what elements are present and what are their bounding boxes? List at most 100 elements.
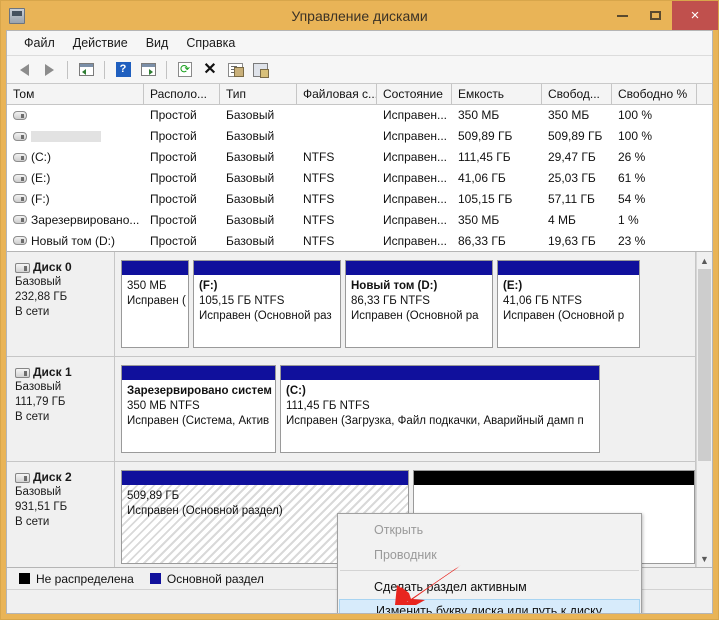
partition-color-bar (194, 261, 340, 275)
menu-help[interactable]: Справка (177, 33, 244, 53)
legend-swatch-unallocated (19, 573, 30, 584)
disk-icon (15, 367, 30, 378)
menu-bar: Файл Действие Вид Справка (7, 31, 712, 56)
row-volume-name: (E:) (7, 171, 144, 185)
partition-color-bar (122, 261, 188, 275)
delete-icon[interactable]: ✕ (199, 59, 221, 81)
partition-size: 105,15 ГБ NTFS (199, 295, 285, 307)
partition-body: (E:) 41,06 ГБ NTFS Исправен (Основной р (498, 275, 639, 347)
toolbar-separator (67, 60, 68, 79)
row-volume-name: Зарезервировано... (7, 213, 144, 227)
disk-state-label: В сети (15, 411, 50, 423)
column-header-layout[interactable]: Располо... (144, 84, 220, 104)
context-menu-item-change-drive-letter[interactable]: Изменить букву диска или путь к диску... (339, 599, 640, 613)
row-filesystem: NTFS (303, 150, 335, 165)
row-free: 29,47 ГБ (548, 150, 596, 165)
column-header-free-pct[interactable]: Свободно % (612, 84, 697, 104)
partition-color-bar (346, 261, 492, 275)
row-capacity: 105,15 ГБ (458, 191, 513, 206)
partition-size: 41,06 ГБ NTFS (503, 295, 582, 307)
column-header-type[interactable]: Тип (220, 84, 297, 104)
column-header-volume[interactable]: Том (7, 84, 144, 104)
row-free-pct: 100 % (618, 108, 653, 123)
disk-type-label: Базовый (15, 486, 62, 498)
row-status: Исправен... (383, 129, 448, 144)
row-free: 19,63 ГБ (548, 233, 596, 248)
disk-info-0: Диск 0 Базовый 232,88 ГБ В сети (7, 252, 115, 356)
table-row[interactable]: (E:) Простой Базовый NTFS Исправен... 41… (7, 168, 712, 189)
partition[interactable]: (C:) 111,45 ГБ NTFS Исправен (Загрузка, … (280, 365, 600, 453)
menu-action[interactable]: Действие (64, 33, 137, 53)
column-header-status[interactable]: Состояние (377, 84, 452, 104)
table-row[interactable]: Простой Базовый Исправен... 509,89 ГБ 50… (7, 126, 712, 147)
volume-list-header: Том Располо... Тип Файловая с... Состоян… (7, 84, 712, 105)
context-menu-item-mark-partition-active[interactable]: Сделать раздел активным (338, 574, 641, 599)
table-row[interactable]: Новый том (D:) Простой Базовый NTFS Испр… (7, 230, 712, 251)
disk-management-window: Управление дисками × Файл Действие Вид С… (0, 0, 719, 620)
column-header-filesystem[interactable]: Файловая с... (297, 84, 377, 104)
scrollbar-thumb[interactable] (698, 269, 711, 461)
table-row[interactable]: (F:) Простой Базовый NTFS Исправен... 10… (7, 188, 712, 209)
row-type: Базовый (226, 129, 275, 144)
toolbar: ? ⟳ ✕ (7, 56, 712, 84)
legend-swatch-primary (149, 573, 161, 584)
client-area: Файл Действие Вид Справка ? ⟳ ✕ Том Расп… (6, 30, 713, 614)
menu-view[interactable]: Вид (137, 33, 178, 53)
redacted-volume-label (31, 130, 101, 142)
row-layout: Простой (150, 233, 197, 248)
scrollbar-track[interactable] (697, 269, 712, 550)
toolbar-separator (166, 60, 167, 79)
rescan-disks-icon[interactable] (249, 59, 271, 81)
row-filesystem: NTFS (303, 171, 335, 185)
table-row[interactable]: Простой Базовый Исправен... 350 МБ 350 М… (7, 105, 712, 126)
volume-label: (E:) (31, 171, 51, 185)
disk-size-label: 111,79 ГБ (15, 396, 66, 408)
volume-icon (13, 215, 27, 225)
disk-name-label: Диск 1 (33, 365, 72, 379)
partition-color-bar-unallocated (414, 471, 694, 485)
window-controls: × (606, 1, 718, 30)
disk-size-label: 232,88 ГБ (15, 291, 68, 303)
show-pane-right-icon[interactable] (137, 59, 159, 81)
table-row[interactable]: (C:) Простой Базовый NTFS Исправен... 11… (7, 147, 712, 168)
properties-icon[interactable] (224, 59, 246, 81)
refresh-icon[interactable]: ⟳ (174, 59, 196, 81)
table-row[interactable]: Зарезервировано... Простой Базовый NTFS … (7, 209, 712, 230)
graphical-view-scrollbar[interactable]: ▲ ▼ (696, 252, 712, 567)
partition[interactable]: (E:) 41,06 ГБ NTFS Исправен (Основной р (497, 260, 640, 348)
row-free-pct: 61 % (618, 171, 646, 185)
menu-file[interactable]: Файл (15, 33, 64, 53)
help-icon[interactable]: ? (112, 59, 134, 81)
column-header-free[interactable]: Свобод... (542, 84, 612, 104)
minimize-button[interactable] (606, 1, 639, 30)
row-status: Исправен... (383, 191, 448, 206)
partition[interactable]: 350 МБ Исправен ( (121, 260, 189, 348)
back-arrow-icon[interactable] (13, 59, 35, 81)
row-free: 509,89 ГБ (548, 129, 603, 144)
partition-status: Исправен (Основной раз (199, 310, 332, 322)
partition[interactable]: Зарезервировано систем 350 МБ NTFS Испра… (121, 365, 276, 453)
row-type: Базовый (226, 233, 275, 248)
disk-name-label: Диск 0 (33, 260, 72, 274)
partition-status: Исправен (Система, Актив (127, 415, 270, 427)
maximize-button[interactable] (639, 1, 672, 30)
partition-label: (C:) (286, 385, 306, 397)
column-header-capacity[interactable]: Емкость (452, 84, 542, 104)
partition[interactable]: (F:) 105,15 ГБ NTFS Исправен (Основной р… (193, 260, 341, 348)
partition-size: 350 МБ (127, 280, 167, 292)
disk-row-0[interactable]: Диск 0 Базовый 232,88 ГБ В сети 350 МБ И… (7, 252, 695, 357)
show-pane-left-icon[interactable] (75, 59, 97, 81)
row-filesystem: NTFS (303, 233, 335, 248)
partition[interactable]: Новый том (D:) 86,33 ГБ NTFS Исправен (О… (345, 260, 493, 348)
row-filesystem: NTFS (303, 191, 335, 206)
row-type: Базовый (226, 108, 275, 123)
scroll-up-arrow-icon[interactable]: ▲ (697, 252, 712, 269)
close-button[interactable]: × (672, 1, 718, 30)
row-type: Базовый (226, 171, 275, 185)
disk-title-1: Диск 1 (15, 365, 114, 380)
forward-arrow-icon[interactable] (38, 59, 60, 81)
disk-row-1[interactable]: Диск 1 Базовый 111,79 ГБ В сети Зарезерв… (7, 357, 695, 462)
scroll-down-arrow-icon[interactable]: ▼ (697, 550, 712, 567)
row-free-pct: 23 % (618, 233, 646, 248)
partition-color-bar (281, 366, 599, 380)
